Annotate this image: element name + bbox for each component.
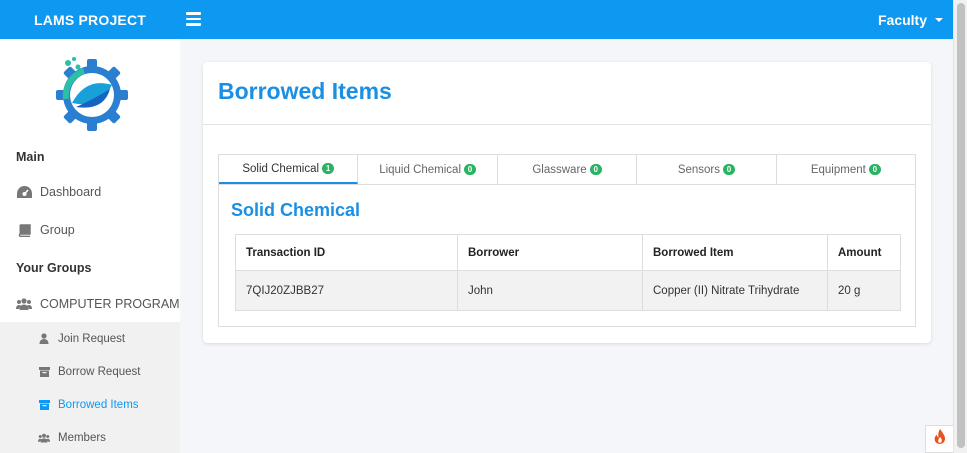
tab-liquid-chemical[interactable]: Liquid Chemical 0 — [358, 155, 498, 184]
sidebar-item-label: Dashboard — [40, 185, 102, 199]
count-badge: 0 — [723, 164, 736, 175]
sidebar-subitem-members[interactable]: Members — [0, 421, 180, 453]
sidebar-item-label: COMPUTER PROGRAMMIN — [40, 297, 180, 311]
top-navbar: LAMS PROJECT Faculty — [0, 0, 953, 39]
tab-label: Glassware — [532, 163, 587, 176]
caret-down-icon — [935, 17, 943, 22]
scrollbar-thumb[interactable] — [957, 3, 965, 448]
sidebar-item-group-computer-programming[interactable]: COMPUTER PROGRAMMIN — [0, 289, 180, 319]
borrowed-items-card: Borrowed Items Solid Chemical 1 Liquid C… — [203, 62, 931, 343]
menu-icon[interactable] — [186, 12, 201, 26]
column-header[interactable]: Amount — [827, 234, 901, 271]
sidebar-subitem-borrowed-items[interactable]: Borrowed Items — [0, 388, 180, 421]
dashboard-icon — [16, 185, 32, 199]
count-badge: 0 — [589, 164, 602, 175]
sidebar-item-label: Group — [40, 223, 75, 237]
tab-label: Solid Chemical — [242, 162, 320, 175]
category-tabs: Solid Chemical 1 Liquid Chemical 0 Glass… — [218, 154, 916, 185]
archive-icon — [38, 399, 50, 411]
user-label: Faculty — [877, 11, 927, 28]
sidebar-heading-main: Main — [16, 150, 45, 164]
table-cell: 20 g — [827, 270, 901, 311]
users-icon — [16, 297, 32, 311]
page-title: Borrowed Items — [218, 78, 392, 104]
sidebar-item-dashboard[interactable]: Dashboard — [0, 177, 180, 207]
sidebar-heading-groups: Your Groups — [16, 261, 92, 275]
tab-panel: Solid Chemical Transaction ID Borrower B… — [218, 184, 916, 327]
tab-label: Liquid Chemical — [379, 163, 462, 176]
sidebar-subitem-join-request[interactable]: Join Request — [0, 322, 180, 355]
tab-label: Equipment — [810, 163, 866, 176]
divider — [203, 124, 931, 125]
count-badge: 1 — [322, 163, 335, 174]
column-header[interactable]: Borrower — [457, 234, 643, 271]
column-header[interactable]: Borrowed Item — [642, 234, 828, 271]
column-header[interactable]: Transaction ID — [235, 234, 458, 271]
sidebar-subitem-label: Members — [58, 431, 106, 444]
table-cell: Copper (II) Nitrate Trihydrate — [642, 270, 828, 311]
tab-solid-chemical[interactable]: Solid Chemical 1 — [219, 155, 359, 184]
archive-icon — [38, 366, 50, 378]
tab-glassware[interactable]: Glassware 0 — [498, 155, 638, 184]
tab-label: Sensors — [677, 163, 721, 176]
tab-sensors[interactable]: Sensors 0 — [637, 155, 777, 184]
fire-button[interactable] — [925, 425, 953, 453]
users-icon — [38, 432, 50, 444]
count-badge: 0 — [868, 164, 881, 175]
table-row[interactable]: 7QIJ20ZJBB27 John Copper (II) Nitrate Tr… — [235, 270, 901, 311]
brand-title[interactable]: LAMS PROJECT — [0, 0, 180, 39]
app-logo — [52, 53, 130, 131]
sidebar-subitem-label: Join Request — [58, 332, 126, 345]
sidebar: Main Dashboard Group Your Groups COMPUTE… — [0, 39, 180, 453]
sidebar-subitem-label: Borrow Request — [58, 365, 141, 378]
count-badge: 0 — [464, 164, 477, 175]
page-scrollbar[interactable] — [953, 0, 967, 453]
sidebar-item-group[interactable]: Group — [0, 215, 180, 245]
table-header-row: Transaction ID Borrower Borrowed Item Am… — [235, 234, 901, 271]
user-icon — [38, 333, 50, 345]
tab-equipment[interactable]: Equipment 0 — [777, 155, 915, 184]
sidebar-subitem-borrow-request[interactable]: Borrow Request — [0, 355, 180, 388]
book-icon — [16, 223, 32, 237]
table-cell: 7QIJ20ZJBB27 — [235, 270, 458, 311]
user-dropdown[interactable]: Faculty — [878, 0, 943, 39]
panel-title: Solid Chemical — [231, 200, 361, 220]
table-cell: John — [457, 270, 643, 311]
borrowed-items-table: Transaction ID Borrower Borrowed Item Am… — [235, 234, 901, 311]
fire-icon — [934, 429, 946, 449]
sidebar-subitem-label: Borrowed Items — [58, 398, 139, 411]
